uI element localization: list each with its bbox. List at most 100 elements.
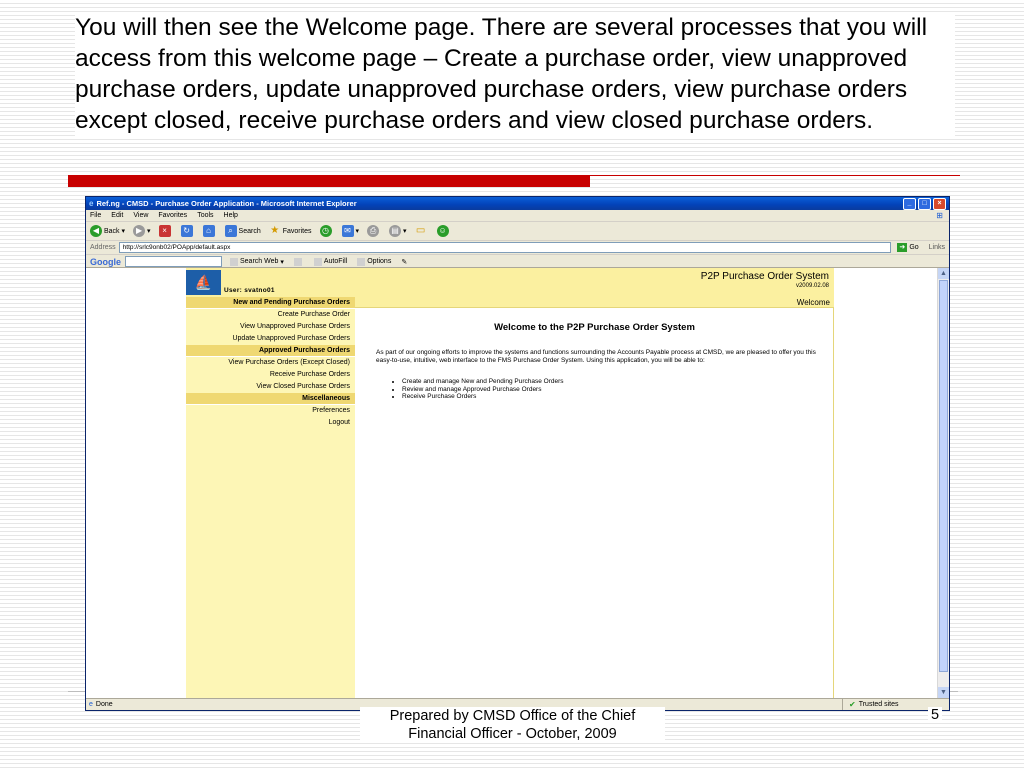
close-button[interactable]: × <box>933 197 946 210</box>
search-label: Search <box>238 227 261 235</box>
options-icon <box>357 257 366 266</box>
google-search-input[interactable] <box>125 256 222 267</box>
messenger-icon: ☺ <box>436 225 449 237</box>
search-web-label: Search Web <box>240 258 279 265</box>
status-text: Done <box>95 701 113 708</box>
sidebar-item-receive-po[interactable]: Receive Purchase Orders <box>186 369 355 381</box>
slide-page-number: 5 <box>928 707 943 723</box>
highlight-button[interactable]: ✎ <box>401 258 407 266</box>
print-button[interactable]: ⎙ <box>367 225 381 237</box>
p2p-app: ⛵ User: svatno01 P2P Purchase Order Syst… <box>186 268 834 698</box>
refresh-button[interactable]: ↻ <box>180 225 195 237</box>
menu-favorites[interactable]: Favorites <box>158 212 187 219</box>
content-title: Welcome to the P2P Purchase Order System <box>494 322 695 333</box>
internet-explorer-icon: e <box>89 199 94 208</box>
menu-tools[interactable]: Tools <box>197 212 213 219</box>
windows-logo-icon: ⊞ <box>936 211 943 220</box>
trusted-sites-icon: ✔ <box>849 700 856 709</box>
user-label: User: svatno01 <box>224 287 275 294</box>
app-header: ⛵ User: svatno01 P2P Purchase Order Syst… <box>186 268 834 297</box>
home-button[interactable]: ⌂ <box>202 225 217 237</box>
stop-button[interactable]: × <box>158 225 173 237</box>
favorites-button[interactable]: ★ Favorites <box>269 225 312 237</box>
edit-icon: ▤ <box>389 225 402 237</box>
browser-titlebar[interactable]: e Ref.ng - CMSD - Purchase Order Applica… <box>86 197 949 210</box>
scroll-up-icon[interactable]: ▲ <box>938 268 949 279</box>
messenger-button[interactable]: ☺ <box>436 225 451 237</box>
sidebar-item-view-except-closed[interactable]: View Purchase Orders (Except Closed) <box>186 357 355 369</box>
vertical-scrollbar[interactable]: ▲ ▼ <box>937 268 949 698</box>
standard-toolbar: ◀ Back ▾ ▶ ▾ × ↻ ⌂ ⌕ Search ★ Favorites ◷ ✉ ▾… <box>86 222 949 241</box>
cmsd-logo: ⛵ <box>186 270 221 295</box>
autofill-button[interactable]: AutoFill <box>313 257 347 266</box>
app-sidebar: New and Pending Purchase Orders Create P… <box>186 297 355 698</box>
menu-view[interactable]: View <box>133 212 148 219</box>
autofill-icon <box>313 257 322 266</box>
options-button[interactable]: Options <box>357 257 392 266</box>
address-input[interactable]: http://srlc9onb02/POApp/default.aspx <box>118 242 892 253</box>
pencil-icon: ✎ <box>401 258 408 266</box>
system-version: v2009.02.08 <box>795 283 829 289</box>
main-content: Welcome to the P2P Purchase Order System… <box>355 308 834 698</box>
favorites-label: Favorites <box>282 227 312 235</box>
mail-icon: ✉ <box>341 225 354 237</box>
sidebar-item-logout[interactable]: Logout <box>186 417 355 429</box>
page-viewport: ⛵ User: svatno01 P2P Purchase Order Syst… <box>86 267 949 698</box>
google-logo[interactable]: Google <box>90 257 121 267</box>
forward-arrow-icon: ▶ <box>133 225 146 237</box>
go-label: Go <box>909 244 919 251</box>
slide-body-text: You will then see the Welcome page. Ther… <box>75 12 955 136</box>
forward-button[interactable]: ▶ ▾ <box>133 225 151 237</box>
sidebar-item-view-closed[interactable]: View Closed Purchase Orders <box>186 381 355 393</box>
scrollbar-thumb[interactable] <box>939 280 948 672</box>
search-button[interactable]: ⌕ Search <box>224 225 261 237</box>
scroll-down-icon[interactable]: ▼ <box>938 687 949 698</box>
back-arrow-icon: ◀ <box>90 225 102 237</box>
menu-help[interactable]: Help <box>224 212 238 219</box>
sidebar-item-update-unapproved[interactable]: Update Unapproved Purchase Orders <box>186 333 355 345</box>
google-blocker-button[interactable] <box>293 257 304 266</box>
address-label: Address <box>90 244 116 251</box>
back-button[interactable]: ◀ Back ▾ <box>90 225 125 237</box>
window-title: Ref.ng - CMSD - Purchase Order Applicati… <box>96 199 357 208</box>
address-bar: Address http://srlc9onb02/POApp/default.… <box>86 241 949 255</box>
content-paragraph: As part of our ongoing efforts to improv… <box>376 349 816 364</box>
list-item: Receive Purchase Orders <box>402 393 842 401</box>
menu-file[interactable]: File <box>90 212 101 219</box>
folder-button[interactable]: ▭ <box>415 225 429 237</box>
welcome-bar: Welcome <box>355 297 834 308</box>
home-icon: ⌂ <box>202 225 215 237</box>
menu-bar: File Edit View Favorites Tools Help ⊞ <box>86 210 949 222</box>
go-button[interactable]: ➜ Go <box>897 243 919 252</box>
sidebar-section-new-pending: New and Pending Purchase Orders <box>186 297 355 309</box>
sidebar-item-view-unapproved[interactable]: View Unapproved Purchase Orders <box>186 321 355 333</box>
sidebar-item-create-po[interactable]: Create Purchase Order <box>186 309 355 321</box>
menu-edit[interactable]: Edit <box>111 212 123 219</box>
star-icon: ★ <box>270 225 280 236</box>
minimize-button[interactable]: _ <box>903 197 916 210</box>
refresh-icon: ↻ <box>180 225 193 237</box>
page-status-icon: e <box>89 701 93 708</box>
slide-red-accent-line <box>590 175 960 176</box>
search-web-button[interactable]: Search Web ▾ <box>230 257 284 266</box>
feature-list: Create and manage New and Pending Purcha… <box>376 378 842 401</box>
sidebar-item-preferences[interactable]: Preferences <box>186 405 355 417</box>
history-button[interactable]: ◷ <box>319 225 334 237</box>
google-search-icon <box>230 257 238 266</box>
options-label: Options <box>367 258 392 265</box>
history-icon: ◷ <box>319 225 332 237</box>
mail-button[interactable]: ✉ ▾ <box>341 225 359 237</box>
sidebar-section-miscellaneous: Miscellaneous <box>186 393 355 405</box>
links-button[interactable]: Links <box>929 244 945 251</box>
list-item: Review and manage Approved Purchase Orde… <box>402 386 842 394</box>
go-arrow-icon: ➜ <box>897 243 908 252</box>
slide-footer: Prepared by CMSD Office of the Chief Fin… <box>360 707 665 743</box>
maximize-button[interactable]: □ <box>918 197 931 210</box>
edit-button[interactable]: ▤ ▾ <box>389 225 407 237</box>
folder-icon: ▭ <box>415 225 426 236</box>
slide-red-accent-bar <box>68 175 590 187</box>
browser-window: e Ref.ng - CMSD - Purchase Order Applica… <box>85 196 950 711</box>
system-title: P2P Purchase Order System <box>700 271 829 282</box>
zone-text: Trusted sites <box>858 701 899 708</box>
search-icon: ⌕ <box>224 225 237 237</box>
